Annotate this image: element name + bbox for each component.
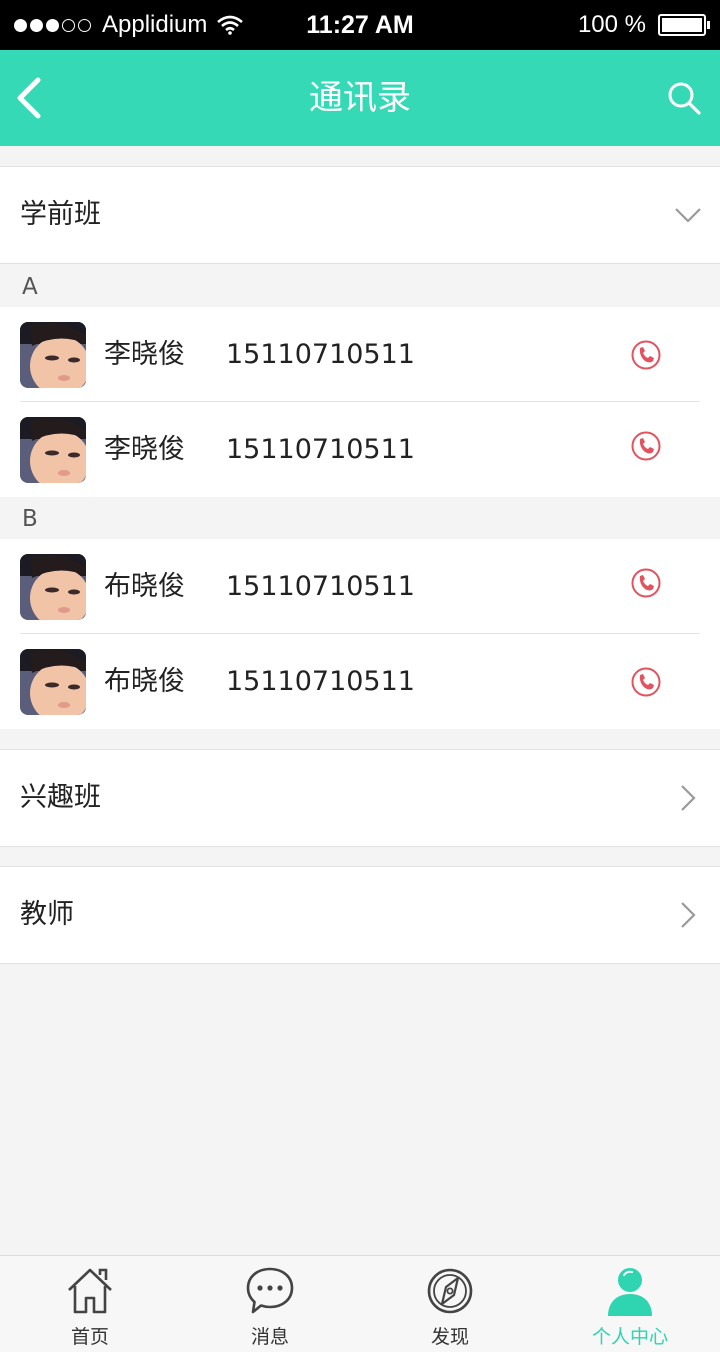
tab-discover[interactable]: 发现: [360, 1256, 540, 1352]
contact-row[interactable]: 李晓俊 15110710511: [0, 307, 720, 402]
contact-phone: 15110710511: [226, 339, 415, 370]
group-label: 学前班: [20, 199, 101, 230]
tab-home[interactable]: 首页: [0, 1256, 180, 1352]
group-row-interest[interactable]: 兴趣班: [0, 749, 720, 847]
tab-profile[interactable]: 个人中心: [540, 1256, 720, 1352]
tab-messages[interactable]: 消息: [180, 1256, 360, 1352]
home-icon: [68, 1268, 112, 1314]
tab-label: 消息: [250, 1326, 289, 1348]
tab-label: 发现: [430, 1326, 469, 1348]
avatar: [20, 649, 86, 715]
battery-percent: 100 %: [577, 11, 646, 38]
compass-icon: [427, 1268, 473, 1314]
phone-call-icon[interactable]: [630, 666, 662, 698]
page-title: 通讯录: [309, 78, 411, 118]
contact-row[interactable]: 布晓俊 15110710511: [0, 539, 720, 634]
section-header-a: A: [0, 265, 720, 307]
phone-call-icon[interactable]: [630, 567, 662, 599]
tab-label: 个人中心: [591, 1326, 668, 1348]
avatar: [20, 417, 86, 483]
section-letter: B: [22, 506, 38, 532]
contact-name: 李晓俊: [104, 339, 185, 370]
section-header-b: B: [0, 497, 720, 539]
phone-call-icon[interactable]: [630, 339, 662, 371]
contact-phone: 15110710511: [226, 434, 415, 465]
status-right: 100 %: [577, 8, 710, 42]
avatar: [20, 322, 86, 388]
section-letter: A: [22, 274, 38, 300]
group-row-preschool[interactable]: 学前班: [0, 166, 720, 264]
tab-bar: 首页 消息 发现 个人中心: [0, 1255, 720, 1352]
chevron-right-icon: [681, 902, 696, 928]
avatar: [20, 554, 86, 620]
phone-call-icon[interactable]: [630, 430, 662, 462]
contact-row[interactable]: 布晓俊 15110710511: [0, 634, 720, 729]
contact-name: 布晓俊: [104, 666, 185, 697]
chevron-right-icon: [681, 785, 696, 811]
navigation-bar: 通讯录: [0, 50, 720, 146]
tab-label: 首页: [70, 1326, 109, 1348]
contact-row[interactable]: 李晓俊 15110710511: [0, 402, 720, 497]
chevron-down-icon: [675, 208, 701, 223]
group-label: 兴趣班: [20, 782, 101, 813]
group-row-teachers[interactable]: 教师: [0, 866, 720, 964]
group-label: 教师: [20, 899, 74, 930]
chat-bubble-icon: [246, 1267, 294, 1314]
person-icon: [608, 1268, 652, 1316]
contact-phone: 15110710511: [226, 666, 415, 697]
search-icon[interactable]: [666, 80, 702, 116]
contact-name: 布晓俊: [104, 571, 185, 602]
contact-name: 李晓俊: [104, 434, 185, 465]
contact-phone: 15110710511: [226, 571, 415, 602]
battery-icon: [658, 14, 710, 36]
status-bar: Applidium 11:27 AM 100 %: [0, 0, 720, 50]
